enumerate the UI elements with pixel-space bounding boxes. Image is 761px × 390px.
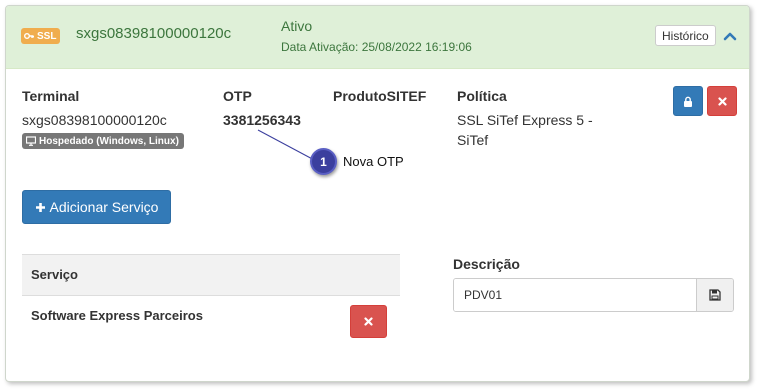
otp-label: OTP [223,88,252,104]
activation-date: Data Ativação: 25/08/2022 16:19:06 [281,40,472,54]
ssl-badge-label: SSL [37,30,57,42]
panel-header: SSL sxgs08398100000120c Ativo Data Ativa… [6,6,749,69]
service-column-header: Serviço [31,267,78,282]
ssl-badge: SSL [21,28,61,44]
otp-value: 3381256343 [223,112,301,128]
service-name: Software Express Parceiros [31,308,203,323]
delete-terminal-button[interactable] [707,86,737,116]
close-icon [364,317,373,326]
floppy-disk-icon [709,289,721,301]
terminal-code: sxgs08398100000120c [76,25,232,42]
produto-sitef-label: ProdutoSITEF [333,88,427,104]
politica-label: Política [457,88,507,104]
historico-button[interactable]: Histórico [655,25,716,46]
lock-icon [684,96,692,107]
key-icon [24,33,34,39]
callout-number-badge: 1 [310,148,337,175]
politica-value-line2: SiTef [457,132,489,148]
add-service-label: Adicionar Serviço [49,199,159,215]
add-service-button[interactable]: Adicionar Serviço [22,190,171,224]
chevron-up-icon[interactable] [722,28,738,44]
hosted-badge-label: Hospedado (Windows, Linux) [39,135,179,147]
lock-button[interactable] [673,86,703,116]
descricao-input-group [453,278,734,312]
callout-label: Nova OTP [343,154,404,169]
close-icon [717,96,727,106]
save-description-button[interactable] [696,279,733,311]
descricao-input[interactable] [454,279,696,311]
politica-value-line1: SSL SiTef Express 5 - [457,112,593,128]
monitor-icon [26,136,36,146]
terminal-panel: SSL sxgs08398100000120c Ativo Data Ativa… [5,5,750,382]
hosted-badge: Hospedado (Windows, Linux) [22,133,184,149]
plus-icon [35,202,45,212]
services-table-header: Serviço [22,254,400,296]
terminal-value: sxgs08398100000120c [22,112,167,128]
status-text: Ativo [281,18,313,34]
terminal-label: Terminal [22,88,80,104]
descricao-label: Descrição [453,256,520,272]
delete-service-button[interactable] [350,305,387,338]
